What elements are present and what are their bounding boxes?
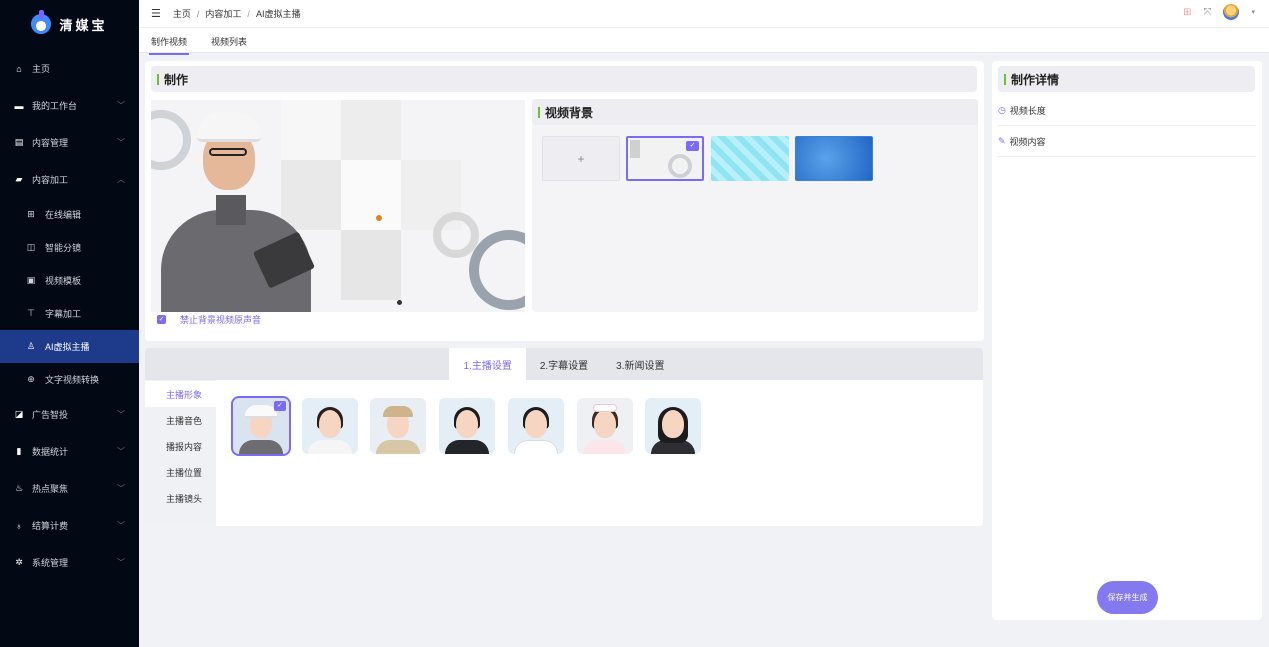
monitor-icon: ▬ [14,100,24,111]
sidebar-item-ads[interactable]: ◪ 广告智投 ﹀ [0,396,139,433]
settings-tabbar: 1.主播设置 2.字幕设置 3.新闻设置 [145,348,983,380]
bar-chart-icon: ▮ [16,446,22,456]
chart-icon: ◪ [14,409,24,419]
host-option-5[interactable] [508,398,564,454]
caret-down-icon[interactable]: ▾ [1251,8,1255,16]
page-tabs: 制作视频 视频列表 [139,27,1269,55]
tab-subtitle-settings[interactable]: 2.字幕设置 [526,348,602,380]
menu-collapse-icon[interactable]: ☰ [151,7,161,20]
background-thumb-1[interactable]: ✓ [626,136,704,181]
text-icon: ⊤ [27,308,35,318]
grid-icon: ⊞ [27,209,35,219]
sidebar-item-hotspot[interactable]: ♨ 热点聚焦 ﹀ [0,470,139,507]
fire-icon: ♨ [14,483,24,493]
logo-icon [31,10,52,34]
chevron-down-icon: ﹀ [117,521,125,530]
background-thumb-2[interactable] [711,136,789,181]
sidebar-item-content-management[interactable]: ▤ 内容管理 ﹀ [0,124,139,161]
host-option-1[interactable]: ✓ [231,396,291,456]
background-thumb-3[interactable] [795,136,873,181]
header-tools: ⊞ ⤧ ▾ [1183,4,1255,20]
details-header: 制作详情 [998,66,1255,92]
details-title: 制作详情 [1011,72,1060,87]
sidebar-item-home[interactable]: ⌂ 主页 [0,50,139,87]
nav-broadcast-content[interactable]: 播报内容 [145,433,216,459]
mute-label: 禁止背景视频原声音 [180,315,262,325]
chevron-down-icon: ﹀ [117,558,125,567]
sidebar-item-stats[interactable]: ▮ 数据统计 ﹀ [0,433,139,470]
nav-host-position[interactable]: 主播位置 [145,459,216,485]
background-panel: 视频背景 [532,99,978,312]
details-card: 制作详情 ◷ 视频长度 ✎ 视频内容 [992,61,1262,620]
top-bar: ☰ 主页 / 内容加工 / AI虚拟主播 ⊞ ⤧ ▾ [139,0,1269,27]
money-bag-icon: ♁ [15,520,23,531]
background-header: 视频背景 [532,99,978,125]
video-preview [151,100,525,312]
user-icon: ♙ [26,341,36,351]
host-option-2[interactable] [302,398,358,454]
chevron-down-icon: ﹀ [117,484,125,493]
chevron-down-icon: ﹀ [117,138,125,147]
breadcrumb-current: AI虚拟主播 [255,9,301,19]
selected-check-icon: ✓ [686,141,699,151]
breadcrumb-home[interactable]: 主页 [173,7,191,20]
app-name: 清媒宝 [59,17,108,33]
edit-icon: ✎ [998,135,1006,146]
qrcode-icon[interactable]: ⊞ [1183,7,1191,18]
presenter-figure [151,100,321,312]
sidebar-item-system[interactable]: ✲ 系统管理 ﹀ [0,544,139,581]
make-title: 制作 [164,72,189,87]
sidebar-subitem-text-to-video[interactable]: ⊕ 文字视频转换 [0,363,139,396]
sidebar-item-workbench[interactable]: ▬ 我的工作台 ﹀ [0,87,139,124]
app-logo[interactable]: 清媒宝 [0,0,139,48]
sidebar-subitem-video-template[interactable]: ▣ 视频模板 [0,264,139,297]
settings-left-nav: 主播形象 主播音色 播报内容 主播位置 主播镜头 [145,380,216,526]
nav-host-voice[interactable]: 主播音色 [145,407,216,433]
sidebar-item-billing[interactable]: ♁ 结算计费 ﹀ [0,507,139,544]
host-option-7[interactable] [645,398,701,454]
breadcrumb: 主页 / 内容加工 / AI虚拟主播 [172,7,301,20]
sidebar-subitem-online-edit[interactable]: ⊞ 在线编辑 [0,198,139,231]
host-option-6[interactable] [577,398,633,454]
detail-video-content: ✎ 视频内容 [998,126,1256,157]
sidebar-subitem-ai-host[interactable]: ♙ AI虚拟主播 [0,330,139,363]
add-background-button[interactable]: + [542,136,620,181]
make-header: 制作 [151,66,977,92]
document-icon: ▤ [14,137,24,147]
chevron-down-icon: ﹀ [117,410,125,419]
detail-video-length: ◷ 视频长度 [998,95,1256,126]
truck-icon: ▰ [15,174,23,184]
convert-icon: ⊕ [27,374,35,384]
breadcrumb-content-processing[interactable]: 内容加工 [205,7,241,20]
split-icon: ◫ [26,242,36,252]
avatar[interactable] [1223,4,1240,20]
mute-checkbox[interactable]: ✓ [157,315,166,324]
host-option-4[interactable] [439,398,495,454]
sidebar-subitem-subtitle[interactable]: ⊤ 字幕加工 [0,297,139,330]
gear-icon: ✲ [15,557,23,567]
mute-checkbox-row[interactable]: ✓ 禁止背景视频原声音 [157,313,261,326]
tab-host-settings[interactable]: 1.主播设置 [449,348,526,380]
home-icon: ⌂ [16,63,22,74]
fullscreen-icon[interactable]: ⤧ [1203,7,1211,18]
sidebar-subitem-smart-storyboard[interactable]: ◫ 智能分镜 [0,231,139,264]
chevron-up-icon: ︿ [117,175,125,184]
selected-check-icon: ✓ [274,401,286,411]
save-generate-button[interactable]: 保存并生成 [1097,581,1158,614]
sidebar-item-content-processing[interactable]: ▰ 内容加工 ︿ [0,161,139,198]
clock-icon: ◷ [998,104,1006,115]
tab-news-settings[interactable]: 3.新闻设置 [602,348,678,380]
chevron-down-icon: ﹀ [117,101,125,110]
chevron-down-icon: ﹀ [117,447,125,456]
nav-host-image[interactable]: 主播形象 [145,381,216,407]
template-icon: ▣ [26,275,36,285]
host-option-3[interactable] [370,398,426,454]
nav-host-camera[interactable]: 主播镜头 [145,485,216,511]
background-title: 视频背景 [545,105,594,120]
tab-video-list[interactable]: 视频列表 [211,28,247,54]
tab-make-video[interactable]: 制作视频 [148,28,190,55]
sidebar: 清媒宝 ⌂ 主页 ▬ 我的工作台 ﹀ ▤ 内容管理 ﹀ ▰ 内容加工 ︿ ⊞ 在… [0,0,139,647]
